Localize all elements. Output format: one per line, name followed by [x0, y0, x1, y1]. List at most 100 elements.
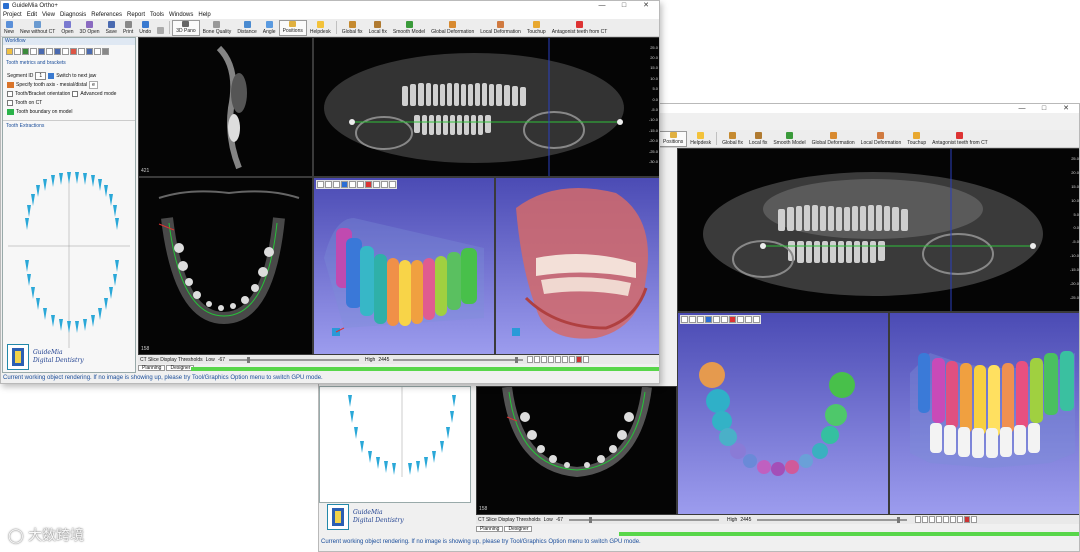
workflow-tool-icon[interactable] [78, 48, 85, 55]
workflow-item-tooth-on-ct[interactable]: Tooth on CT [3, 98, 135, 107]
menu-tools[interactable]: Tools [150, 12, 164, 18]
workflow-tool-icon[interactable] [46, 48, 53, 55]
view-tool-icon[interactable] [317, 181, 324, 188]
back-toolbar-touchup[interactable]: Touchup [904, 131, 929, 147]
back-low-threshold-slider[interactable] [569, 516, 720, 523]
segment-id-input[interactable]: 1 [35, 71, 47, 80]
menu-help[interactable]: Help [198, 12, 210, 18]
sagittal-view[interactable]: 421 [138, 37, 313, 177]
close-icon[interactable]: ✕ [1055, 104, 1077, 113]
menu-windows[interactable]: Windows [169, 12, 193, 18]
back-3d-frontal-view[interactable] [889, 312, 1079, 515]
view-button[interactable] [943, 516, 950, 523]
tooth-chart[interactable] [3, 168, 135, 358]
toolbar-3d-open[interactable]: 3D Open [77, 20, 103, 36]
toolbar-redo[interactable] [154, 20, 167, 36]
view-tool-icon[interactable] [389, 181, 396, 188]
view-tool-icon[interactable] [753, 316, 760, 323]
toolbar-bone-quality[interactable]: Bone Quality [200, 20, 235, 36]
view-button[interactable] [915, 516, 922, 523]
toolbar-global-deformation[interactable]: Global Deformation [428, 20, 477, 36]
back-panoramic-view[interactable]: 25.0 20.0 15.0 10.0 5.0 0.0 -5.0 -10.0 -… [677, 148, 1079, 312]
toolbar-undo[interactable]: Undo [136, 20, 154, 36]
workflow-tool-icon[interactable] [62, 48, 69, 55]
toolbar-print[interactable]: Print [120, 20, 136, 36]
toolbar-new-without-ct[interactable]: New without CT [17, 20, 58, 36]
toolbar-smooth-model[interactable]: Smooth Model [390, 20, 428, 36]
back-3d-occlusal-view[interactable] [677, 312, 889, 515]
minimize-icon[interactable]: — [1011, 104, 1033, 113]
menu-diagnosis[interactable]: Diagnosis [60, 12, 86, 18]
panoramic-view[interactable]: 25.0 20.0 15.0 10.0 5.0 0.0 -5.0 -10.0 -… [313, 37, 659, 177]
toolbar-angle[interactable]: Angle [260, 20, 279, 36]
workflow-item-orientation[interactable]: Tooth/Bracket orientation Advanced mode [3, 89, 135, 98]
view-button[interactable] [971, 516, 978, 523]
workflow-tool-icon[interactable] [14, 48, 21, 55]
view-button[interactable] [555, 356, 562, 363]
back-toolbar-local-deformation[interactable]: Local Deformation [858, 131, 905, 147]
view-button[interactable] [562, 356, 569, 363]
axial-view[interactable]: 158 [138, 177, 313, 355]
view-button[interactable] [964, 516, 971, 523]
workflow-tool-icon[interactable] [86, 48, 93, 55]
workflow-tool-icon[interactable] [30, 48, 37, 55]
menu-references[interactable]: References [91, 12, 122, 18]
toolbar-local-fix[interactable]: Local fix [366, 20, 390, 36]
view-tool-icon[interactable] [349, 181, 356, 188]
3d-teeth-view[interactable] [313, 177, 495, 355]
view-tool-icon[interactable] [341, 181, 348, 188]
view-button[interactable] [576, 356, 583, 363]
back-toolbar-global-fix[interactable]: Global fix [719, 131, 746, 147]
toolbar-positions[interactable]: Positions [278, 20, 307, 36]
maximize-icon[interactable]: □ [1033, 104, 1055, 113]
view-button[interactable] [583, 356, 590, 363]
low-threshold-slider[interactable] [229, 356, 360, 363]
view-tool-icon[interactable] [713, 316, 720, 323]
view-tool-icon[interactable] [721, 316, 728, 323]
back-toolbar-antagonist[interactable]: Antagonist teeth from CT [929, 131, 991, 147]
view-button[interactable] [936, 516, 943, 523]
switch-jaw-label[interactable]: Switch to next jaw [56, 73, 96, 79]
back-high-threshold-slider[interactable] [757, 516, 908, 523]
back-axial-view[interactable]: 158 [476, 386, 677, 515]
view-tool-icon[interactable] [681, 316, 688, 323]
tab-planning[interactable]: Planning [138, 365, 166, 371]
view-button[interactable] [548, 356, 555, 363]
minimize-icon[interactable]: — [591, 1, 613, 10]
view-button[interactable] [950, 516, 957, 523]
workflow-tool-icon[interactable] [22, 48, 29, 55]
view-tool-icon[interactable] [373, 181, 380, 188]
toolbar-save[interactable]: Save [103, 20, 120, 36]
toolbar-helpdesk[interactable]: Helpdesk [307, 20, 334, 36]
close-icon[interactable]: ✕ [635, 1, 657, 10]
toolbar-global-fix[interactable]: Global fix [339, 20, 366, 36]
view-tool-icon[interactable] [689, 316, 696, 323]
tooth-axis-edit-button[interactable]: e [89, 80, 98, 89]
view-tool-icon[interactable] [325, 181, 332, 188]
view-tool-icon[interactable] [365, 181, 372, 188]
menu-report[interactable]: Report [127, 12, 145, 18]
back-toolbar-helpdesk[interactable]: Helpdesk [687, 131, 714, 147]
view-button[interactable] [527, 356, 534, 363]
menu-view[interactable]: View [42, 12, 55, 18]
menu-edit[interactable]: Edit [27, 12, 37, 18]
view-button[interactable] [541, 356, 548, 363]
workflow-item-tooth-boundary[interactable]: Tooth boundary on model [3, 107, 135, 116]
toolbar-local-deformation[interactable]: Local Deformation [477, 20, 524, 36]
workflow-tool-icon[interactable] [38, 48, 45, 55]
view-tool-icon[interactable] [705, 316, 712, 323]
workflow-tool-icon[interactable] [70, 48, 77, 55]
tab-planning[interactable]: Planning [476, 526, 504, 532]
view-button[interactable] [569, 356, 576, 363]
view-button[interactable] [922, 516, 929, 523]
workflow-tool-icon[interactable] [102, 48, 109, 55]
workflow-tool-icon[interactable] [54, 48, 61, 55]
toolbar-touchup[interactable]: Touchup [524, 20, 549, 36]
view-button[interactable] [957, 516, 964, 523]
switch-jaw-icon[interactable] [48, 72, 55, 79]
advanced-mode-checkbox[interactable] [72, 90, 79, 97]
workflow-tool-icon[interactable] [6, 48, 13, 55]
back-toolbar-positions[interactable]: Positions [659, 131, 688, 147]
view-tool-icon[interactable] [737, 316, 744, 323]
view-button[interactable] [929, 516, 936, 523]
